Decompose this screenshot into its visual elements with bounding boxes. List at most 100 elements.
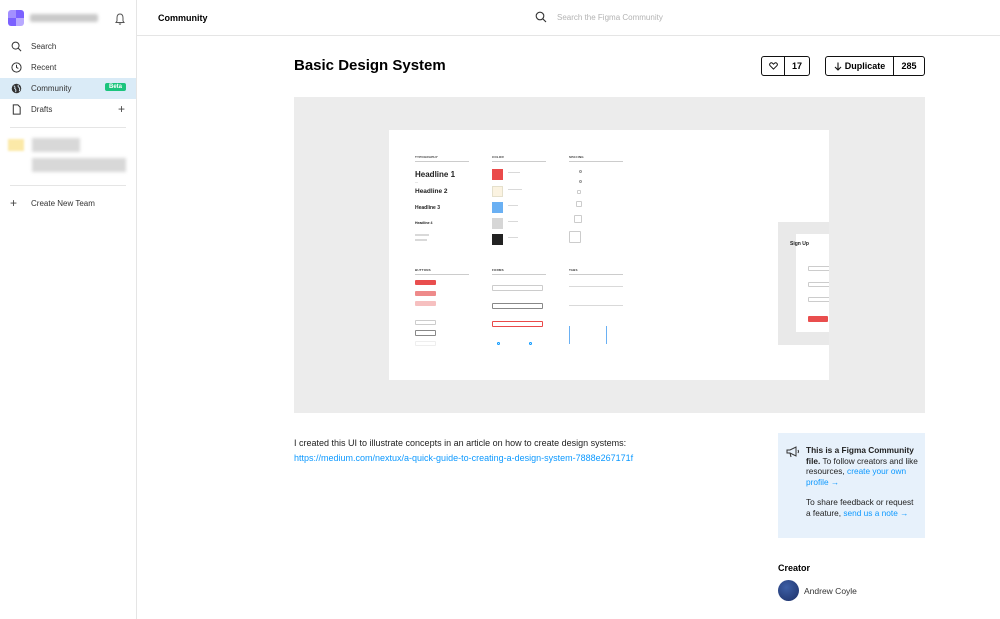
like-button[interactable]: 17 [761,56,810,76]
signup-card-frame: Sign Up [778,222,829,345]
spacing-sample [569,231,581,243]
add-draft-icon[interactable]: + [118,103,125,115]
create-new-team-button[interactable]: + Create New Team [0,193,136,213]
sidebar-item-search[interactable]: Search [0,36,136,57]
project-row-redacted[interactable] [0,155,136,175]
heart-icon [762,57,785,75]
button-sample [415,320,436,325]
arrow-down-icon [834,62,842,71]
spacing-sample [577,190,581,194]
sidebar-divider [10,127,126,128]
body-text-sample [415,239,427,241]
sidebar: Search Recent Community Beta Drafts + + … [0,0,137,619]
color-swatch [492,186,503,197]
team-name-redacted [30,14,98,22]
globe-icon [10,83,22,95]
preview-canvas: TYPOGRAPHY COLOR SPACING Headline 1 — He… [389,130,829,380]
section-divider [415,274,469,275]
section-spacing: SPACING [569,155,584,159]
toggle-sample [529,342,532,345]
toggle-sample [497,342,500,345]
headline-sample: Headline 3 [415,205,441,211]
section-forms: FORMS [492,268,504,272]
signup-field [808,297,829,302]
info-paragraph-2: To share feedback or request a feature, … [806,497,918,518]
team-color-swatch [8,139,24,151]
info-text: This is a Figma Community file. To follo… [806,445,918,518]
creator-name[interactable]: Andrew Coyle [804,586,857,596]
duplicate-count: 285 [901,61,917,71]
body-text-sample [415,234,429,236]
sidebar-item-label: Recent [31,63,57,72]
send-note-link[interactable]: send us a note → [843,508,908,518]
spacing-sample [576,201,582,207]
team-logo [8,10,24,26]
tab-bar-sample [569,305,623,306]
signup-title: Sign Up [790,241,809,247]
search-input[interactable] [557,12,757,22]
section-buttons: BUTTONS [415,268,431,272]
figma-community-page: Search Recent Community Beta Drafts + + … [0,0,1000,619]
section-divider [569,161,623,162]
form-field-sample [492,285,543,291]
sidebar-item-recent[interactable]: Recent [0,57,136,78]
create-team-label: Create New Team [31,198,95,208]
file-description: I created this UI to illustrate concepts… [294,436,734,466]
avatar[interactable] [778,580,799,601]
signup-field [808,282,829,287]
search-icon [535,11,547,23]
duplicate-label-wrap: Duplicate [826,57,894,75]
section-color: COLOR [492,155,504,159]
swatch-label [508,221,518,222]
headline-sample: Headline 4 [415,221,433,225]
color-swatch [492,169,503,180]
description-text: I created this UI to illustrate concepts… [294,438,627,448]
duplicate-label: Duplicate [844,61,886,71]
sidebar-item-community[interactable]: Community Beta [0,78,136,99]
vertical-tab-sample [606,326,607,344]
plus-icon: + [10,196,18,210]
section-typography: TYPOGRAPHY [415,155,439,159]
beta-badge: Beta [104,83,126,91]
project-label-redacted [32,158,126,172]
color-swatch [492,234,503,245]
spacing-sample [579,170,582,173]
button-sample [415,291,436,296]
spacing-sample [574,215,582,223]
bell-icon[interactable] [113,12,127,26]
headline-sample: Headline 2 [415,188,448,195]
file-preview[interactable]: TYPOGRAPHY COLOR SPACING Headline 1 — He… [294,97,925,413]
button-sample [415,341,436,346]
form-field-sample [492,303,543,309]
color-swatch [492,218,503,229]
sidebar-item-drafts[interactable]: Drafts + [0,99,136,120]
swatch-label [508,172,520,173]
section-divider [415,161,469,162]
signup-field [808,266,829,271]
spacing-sample [579,180,582,183]
vertical-tab-sample [569,326,570,344]
team-label-redacted [32,138,80,152]
sidebar-item-label: Drafts [31,105,53,114]
button-sample [415,280,436,285]
swatch-label [508,237,518,238]
sidebar-divider [10,185,126,186]
color-swatch [492,202,503,213]
like-count: 17 [791,61,802,71]
button-sample [415,301,436,306]
section-divider [492,161,546,162]
article-link[interactable]: https://medium.com/nextux/a-quick-guide-… [294,453,633,463]
team-row-redacted[interactable] [0,135,136,155]
swatch-label [508,205,518,206]
community-info-box: This is a Figma Community file. To follo… [778,433,925,538]
file-icon [10,104,22,116]
megaphone-icon [786,446,799,458]
info-paragraph-1: This is a Figma Community file. To follo… [806,445,918,487]
button-sample [415,330,436,336]
top-bar: Community [137,0,1000,36]
signup-button [808,316,828,322]
clock-icon [10,62,22,74]
headline-meta: — [415,180,418,184]
creator-heading: Creator [778,563,811,573]
duplicate-button[interactable]: Duplicate 285 [825,56,925,76]
